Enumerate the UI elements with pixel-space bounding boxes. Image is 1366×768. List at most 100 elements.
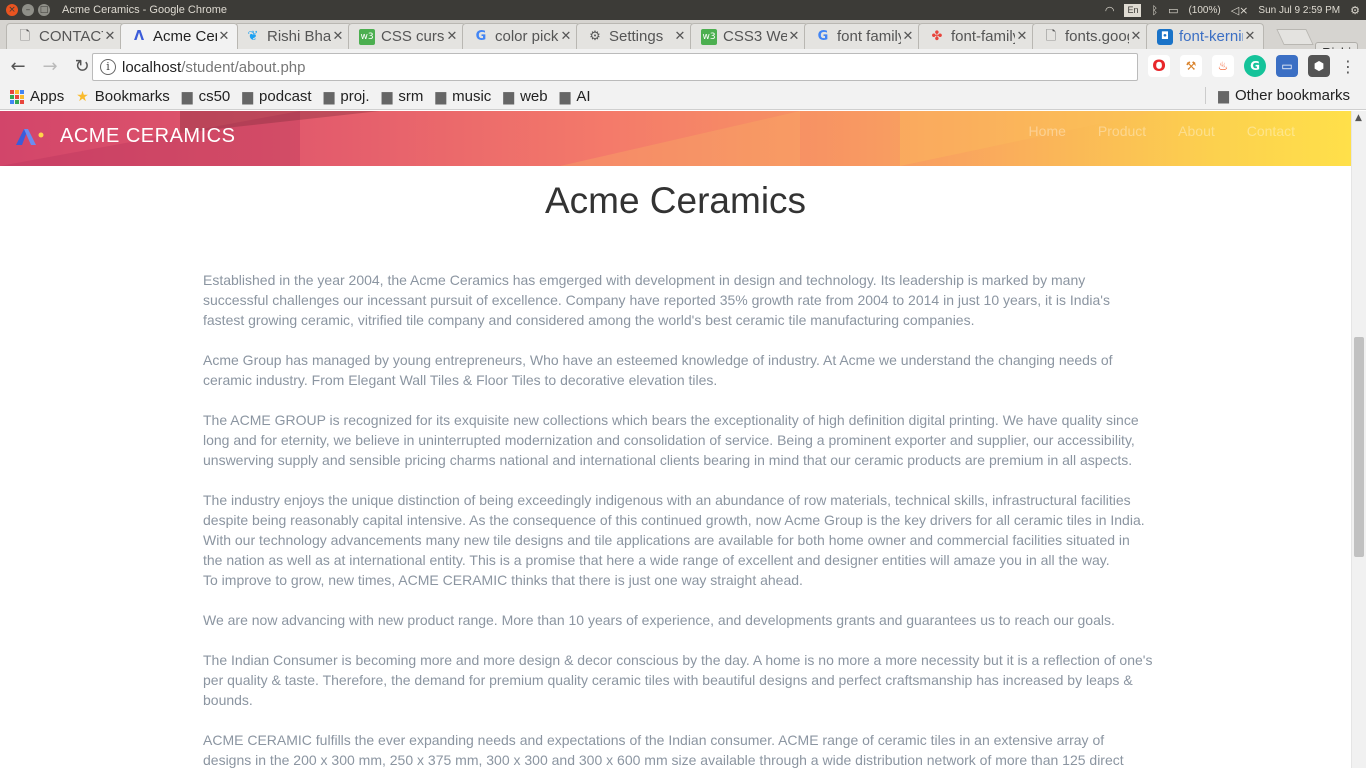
tab-close-icon[interactable]: ✕	[1243, 29, 1257, 44]
os-tray: ◠ En ᛒ ▭ (100%) ◁× Sun Jul 9 2:59 PM ⚙	[1105, 0, 1360, 20]
system-gear-icon[interactable]: ⚙	[1350, 4, 1360, 17]
bookmark-folder-web[interactable]: ▆ web	[503, 88, 547, 105]
back-button[interactable]: ←	[4, 53, 32, 81]
tab-close-icon[interactable]: ✕	[445, 29, 459, 44]
volume-icon[interactable]: ◁×	[1231, 4, 1249, 17]
chrome-menu-icon[interactable]: ⋮	[1340, 57, 1356, 76]
bookmark-label: Apps	[30, 88, 65, 105]
bookmark-label: proj.	[340, 88, 370, 105]
tab-settings[interactable]: ⚙ Settings ✕	[576, 23, 694, 49]
tab-css3-web[interactable]: w3 CSS3 Web ✕	[690, 23, 808, 49]
tab-close-icon[interactable]: ✕	[1129, 29, 1143, 44]
window-title: Acme Ceramics - Google Chrome	[62, 4, 228, 16]
tab-acme-ceramics[interactable]: Λ Acme Ceramics ✕	[120, 23, 238, 49]
opera-extension-icon[interactable]: O	[1148, 55, 1170, 77]
tool-extension-icon[interactable]: ⚒	[1180, 55, 1202, 77]
tab-fonts-google[interactable]: 🗋 fonts.google ✕	[1032, 23, 1150, 49]
tab-label: fonts.google	[1065, 28, 1129, 45]
tab-label: CONTACT	[39, 28, 103, 45]
nav-contact-link[interactable]: Contact	[1247, 123, 1295, 139]
bookmark-label: cs50	[198, 88, 231, 105]
folder-icon: ▆	[503, 88, 515, 105]
doc-icon: 🗋	[19, 28, 31, 44]
tab-label: CSS3 Web	[723, 28, 787, 45]
nav-about-link[interactable]: About	[1178, 123, 1215, 139]
bookmark-folder-podcast[interactable]: ▆ podcast	[242, 88, 311, 105]
bookmark-label: podcast	[259, 88, 312, 105]
shield-extension-icon[interactable]: ⬢	[1308, 55, 1330, 77]
address-host: localhost	[122, 58, 182, 76]
tab-close-icon[interactable]: ✕	[331, 29, 345, 44]
nav-product-link[interactable]: Product	[1098, 123, 1146, 139]
bookmark-folder-srm[interactable]: ▆ srm	[382, 88, 424, 105]
tab-font-family-google[interactable]: G font family ✕	[804, 23, 922, 49]
page-viewport: ACME CERAMICS Home Product About Contact…	[0, 111, 1351, 768]
about-paragraph: Established in the year 2004, the Acme C…	[203, 272, 1110, 328]
new-tab-button[interactable]	[1276, 29, 1314, 45]
tab-label: Rishi Bhatt	[267, 28, 331, 45]
gear-icon: ⚙	[589, 28, 601, 44]
about-paragraph: Acme Group has managed by young entrepre…	[203, 352, 1113, 388]
folder-icon: ▆	[435, 88, 447, 105]
bookmark-other-bookmarks[interactable]: ▆ Other bookmarks	[1205, 87, 1350, 104]
tab-css-cursor[interactable]: w3 CSS cursor ✕	[348, 23, 466, 49]
bookmark-folder-music[interactable]: ▆ music	[435, 88, 491, 105]
window-minimize-button[interactable]: –	[22, 4, 34, 16]
w3-icon: w3	[701, 28, 717, 45]
tab-rishi-bhatt[interactable]: ❦ Rishi Bhatt ✕	[234, 23, 352, 49]
about-paragraph: The Indian Consumer is becoming more and…	[203, 652, 1153, 708]
tab-close-icon[interactable]: ✕	[559, 29, 573, 44]
clock[interactable]: Sun Jul 9 2:59 PM	[1258, 5, 1340, 16]
window-close-button[interactable]: ×	[6, 4, 18, 16]
star-icon: ★	[76, 88, 89, 105]
page-scrollbar[interactable]: ▲	[1351, 111, 1366, 768]
folder-icon: ▆	[242, 88, 254, 105]
tab-font-family[interactable]: ✤ font-family ✕	[918, 23, 1036, 49]
scroll-up-arrow-icon[interactable]: ▲	[1355, 113, 1362, 123]
bookmark-bookmarks[interactable]: ★ Bookmarks	[76, 88, 170, 105]
tab-close-icon[interactable]: ✕	[673, 29, 687, 44]
site-info-icon[interactable]: i	[100, 59, 116, 75]
keyboard-layout-indicator[interactable]: En	[1124, 3, 1142, 17]
acme-icon: Λ	[133, 28, 145, 44]
bookmark-label: srm	[398, 88, 424, 105]
bookmark-label: Bookmarks	[94, 88, 170, 105]
bluetooth-icon[interactable]: ᛒ	[1151, 4, 1158, 17]
address-bar[interactable]: i localhost/student/about.php	[92, 53, 1138, 81]
nav-home-link[interactable]: Home	[1029, 123, 1066, 139]
apps-icon	[10, 89, 24, 104]
site-brand[interactable]: ACME CERAMICS	[60, 125, 235, 148]
page-title: Acme Ceramics	[544, 180, 807, 221]
scroll-thumb[interactable]	[1354, 337, 1364, 557]
window-maximize-button[interactable]: □	[38, 4, 50, 16]
tab-close-icon[interactable]: ✕	[787, 29, 801, 44]
tab-close-icon[interactable]: ✕	[103, 29, 117, 44]
about-content: Established in the year 2004, the Acme C…	[203, 270, 1153, 768]
acme-logo-icon	[16, 129, 44, 145]
grammarly-extension-icon[interactable]: G	[1244, 55, 1266, 77]
tab-strip: 🗋 CONTACT ✕ Λ Acme Ceramics ✕ ❦ Rishi Bh…	[0, 20, 1366, 63]
bookmark-folder-cs50[interactable]: ▆ cs50	[182, 88, 230, 105]
tab-close-icon[interactable]: ✕	[1015, 29, 1029, 44]
bookmark-apps[interactable]: Apps	[10, 88, 64, 105]
wifi-icon[interactable]: ◠	[1105, 4, 1115, 17]
folder-icon: ▆	[1218, 87, 1229, 104]
about-paragraph: The industry enjoys the unique distincti…	[203, 492, 1145, 568]
bookmark-folder-ai[interactable]: ▆ AI	[560, 88, 591, 105]
tab-label: CSS cursor	[381, 28, 445, 45]
twitter-icon: ❦	[247, 28, 259, 44]
about-paragraph: ACME CERAMIC fulfills the ever expanding…	[203, 732, 1124, 768]
tab-close-icon[interactable]: ✕	[901, 29, 915, 44]
tab-label: font-family	[951, 28, 1015, 45]
tab-font-kerning[interactable]: ◘ font-kerning ✕	[1146, 23, 1264, 49]
tab-color-picker[interactable]: G color picker ✕	[462, 23, 580, 49]
battery-icon[interactable]: ▭	[1168, 4, 1178, 17]
forward-button[interactable]: →	[36, 53, 64, 81]
cast-extension-icon[interactable]: ▭	[1276, 55, 1298, 77]
fire-extension-icon[interactable]: ♨	[1212, 55, 1234, 77]
bookmark-folder-proj[interactable]: ▆ proj.	[324, 88, 370, 105]
tab-contact[interactable]: 🗋 CONTACT ✕	[6, 23, 124, 49]
tab-close-icon[interactable]: ✕	[217, 29, 231, 44]
folder-icon: ▆	[559, 88, 571, 105]
about-paragraph: We are now advancing with new product ra…	[203, 612, 1115, 628]
